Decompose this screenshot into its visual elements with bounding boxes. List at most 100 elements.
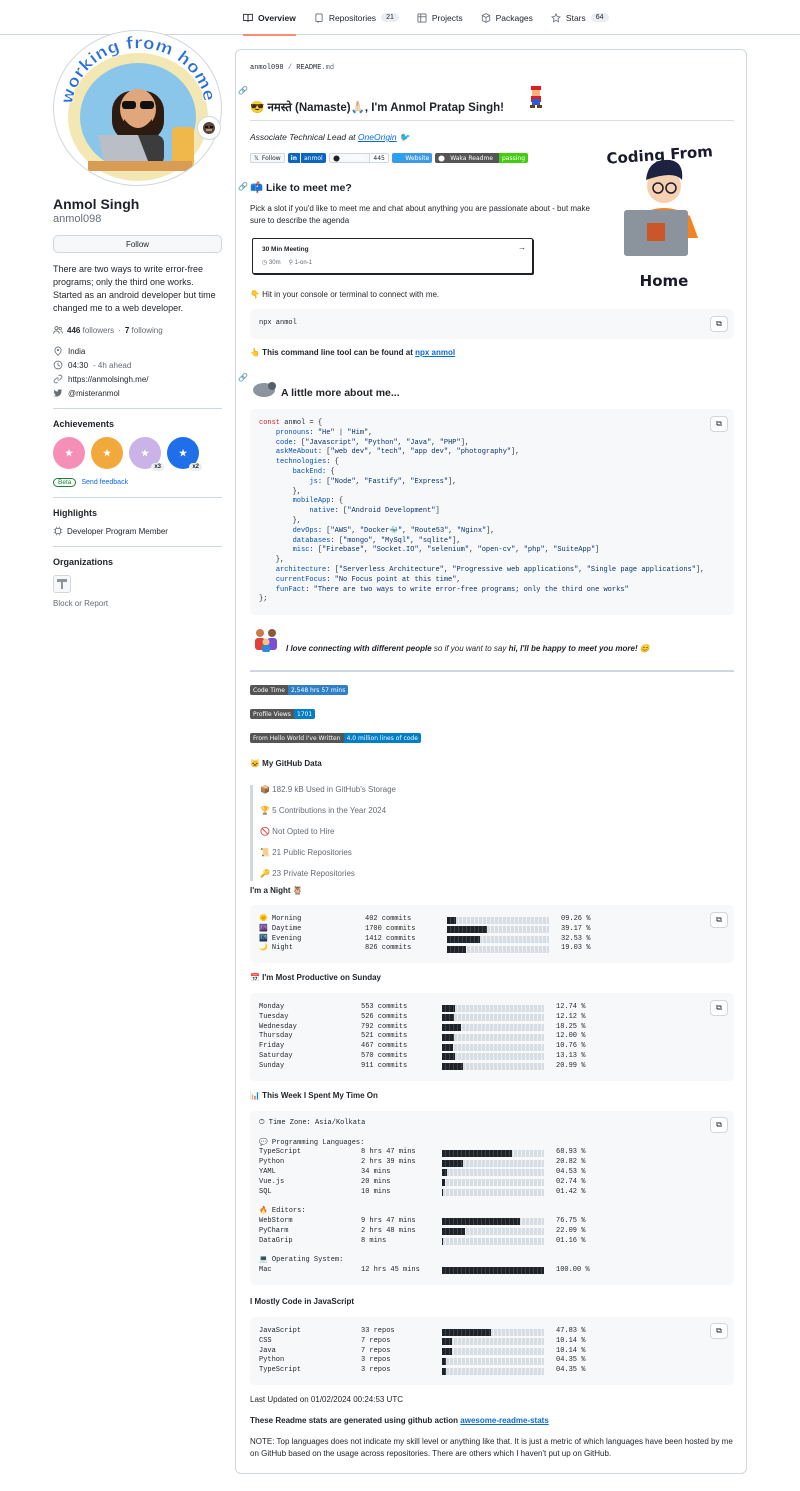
progress-fill (442, 1053, 456, 1061)
coding-from-home-illustration: Coding From Home (606, 142, 713, 290)
stat-badge-value: 1701 (293, 709, 316, 719)
group-header: 🔥 Editors: (259, 1207, 306, 1216)
local-time: 04:30 (68, 360, 89, 370)
copy-button[interactable]: ⧉ (710, 912, 728, 928)
waka-readme-badge[interactable]: Waka Readme passing (435, 153, 529, 163)
divider (53, 546, 222, 547)
stat-percent: 04.35 % (556, 1366, 586, 1375)
role-prefix: Associate Technical Lead at (250, 132, 356, 142)
stat-label: TypeScript (259, 1148, 302, 1157)
stat-percent: 47.83 % (556, 1327, 586, 1335)
anchor-link-icon[interactable]: 🔗 (238, 373, 248, 382)
github-follow-badge[interactable]: Follow 445 (328, 153, 389, 163)
tab-projects-label: Projects (431, 12, 463, 23)
stat-repos: 3 repos (361, 1356, 391, 1365)
tab-stars-label: Stars (565, 12, 586, 23)
followers-row: 446 followers · 7 following (53, 325, 222, 335)
readme-greeting: 😎 नमस्ते (Namaste)🙏🏻, I'm Anmol Pratap S… (250, 100, 504, 115)
tab-projects[interactable]: Projects (417, 0, 463, 35)
progress-bar (442, 1043, 544, 1051)
stat-label: Thursday (259, 1032, 293, 1041)
tab-overview[interactable]: Overview (243, 0, 296, 36)
website-badge[interactable]: 🌐 Website (391, 153, 433, 163)
org-logo-icon (57, 579, 67, 589)
profile-bio: There are two ways to write error-free p… (53, 264, 216, 313)
stat-label: DataGrip (259, 1236, 293, 1245)
globe-icon: 🌐 (391, 153, 406, 163)
copy-button[interactable]: ⧉ (710, 416, 728, 432)
copy-icon: ⧉ (716, 1120, 722, 1129)
twitter-handle[interactable]: @misteranmol (68, 389, 120, 398)
github-data-title: 🐱 My GitHub Data (250, 759, 322, 768)
linkedin-badge[interactable]: in anmol (287, 153, 326, 163)
progress-fill (442, 1218, 521, 1226)
stat-label: 🌃 Evening (259, 934, 302, 943)
week-codeblock: 🕑︎ Time Zone: Asia/Kolkata 💬 Programming… (250, 1111, 734, 1285)
stat-commits: 1700 commits (365, 924, 416, 933)
profile-readme: anmol098 / README.md 🔗 😎 नमस्ते (Namaste… (235, 49, 747, 1474)
achievement-count: x3 (151, 463, 164, 471)
achievement-badge[interactable]: ★ (53, 437, 85, 469)
anchor-link-icon[interactable]: 🔗 (238, 182, 248, 191)
twitter-follow-label: Follow (261, 154, 281, 162)
awesome-readme-stats-link[interactable]: awesome-readme-stats (460, 1416, 548, 1425)
waka-readme-text: Waka Readme (450, 154, 493, 162)
status-emoji-button[interactable] (197, 116, 221, 140)
greeting-text: 😎 नमस्ते (Namaste)🙏🏻, I'm Anmol Pratap S… (250, 102, 504, 114)
progress-fill (442, 1179, 445, 1187)
copy-icon: ⧉ (716, 319, 722, 328)
send-feedback-link[interactable]: Send feedback (81, 479, 128, 486)
anchor-link-icon[interactable]: 🔗 (238, 86, 248, 95)
stat-label: Saturday (259, 1051, 293, 1060)
progress-fill (447, 945, 467, 953)
stat-label: JavaScript (259, 1327, 302, 1335)
copy-button[interactable]: ⧉ (710, 1000, 728, 1016)
achievement-badge[interactable]: ★ x3 (129, 437, 164, 471)
copy-button[interactable]: ⧉ (710, 1323, 728, 1339)
readme-path: anmol098 / README.md (250, 64, 334, 72)
stat-commits: 1412 commits (365, 934, 416, 943)
stat-percent: 68.93 % (556, 1148, 586, 1157)
copy-button[interactable]: ⧉ (710, 316, 728, 332)
progress-bar (442, 1189, 544, 1197)
highlights-title: Highlights (53, 508, 97, 518)
block-report-link[interactable]: Block or Report (53, 599, 222, 608)
website-link[interactable]: https://anmolsingh.me/ (68, 375, 148, 384)
stat-row: DataGrip 8 mins 01.16 % (259, 1236, 585, 1247)
readme-path-user[interactable]: anmol098 (250, 64, 284, 72)
book-icon (243, 13, 253, 22)
stat-percent: 12.00 % (556, 1032, 586, 1041)
achievement-badge[interactable]: ★ x2 (167, 437, 202, 471)
stat-percent: 76.75 % (556, 1216, 586, 1225)
copy-icon: ⧉ (716, 915, 722, 924)
repositories-count: 21 (381, 13, 399, 22)
meeting-type: 1-on-1 (294, 260, 313, 266)
stat-time: 2 hrs 48 mins (361, 1226, 416, 1235)
avatar[interactable]: working from home (53, 30, 222, 186)
clock-icon (53, 360, 63, 370)
tab-stars[interactable]: Stars 64 (550, 0, 609, 35)
copy-icon: ⧉ (716, 419, 722, 428)
tab-packages[interactable]: Packages (481, 0, 533, 35)
organization-avatar[interactable] (53, 575, 71, 593)
week-rows: 🕑︎ Time Zone: Asia/Kolkata 💬 Programming… (259, 1119, 590, 1276)
stat-commits: 526 commits (361, 1012, 408, 1021)
company-link[interactable]: OneOrigin (358, 132, 397, 142)
follow-button[interactable]: Follow (53, 235, 222, 253)
progress-fill (447, 926, 487, 934)
meeting-card[interactable]: 30 Min Meeting → ◷ 30m ⚲ 1-on-1 (252, 238, 533, 274)
followers-link[interactable]: 446 followers (67, 326, 114, 335)
tab-repositories[interactable]: Repositories 21 (314, 0, 399, 35)
following-link[interactable]: 7 following (125, 326, 163, 335)
twitter-follow-badge[interactable]: 𝕏 Follow (250, 153, 285, 163)
stat-label: SQL (259, 1187, 272, 1196)
followers-count: 446 (67, 325, 81, 335)
stat-label: Sunday (259, 1061, 285, 1070)
achievement-badge[interactable]: ★ (91, 437, 123, 469)
stat-percent: 22.09 % (556, 1226, 586, 1235)
npx-anmol-link[interactable]: npx anmol (415, 348, 455, 357)
stat-label: CSS (259, 1336, 272, 1345)
copy-button[interactable]: ⧉ (710, 1117, 728, 1133)
